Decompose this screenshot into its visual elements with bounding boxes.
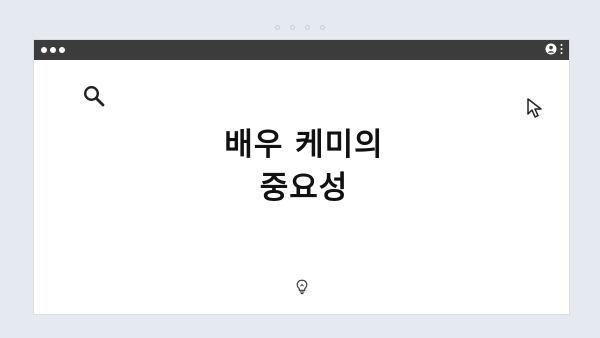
cursor-icon xyxy=(527,98,542,118)
window-maximize-button[interactable] xyxy=(59,47,65,53)
browser-window: 배우 케미의 중요성 xyxy=(33,39,570,315)
window-controls xyxy=(41,47,65,53)
headline: 배우 케미의 중요성 xyxy=(154,124,454,210)
pager-dot xyxy=(320,25,325,30)
more-vertical-icon[interactable] xyxy=(560,43,563,55)
pager-dot xyxy=(290,25,295,30)
user-icon[interactable] xyxy=(545,43,557,55)
window-titlebar xyxy=(34,40,569,60)
lightbulb-icon xyxy=(296,279,308,295)
headline-line-2: 중요성 xyxy=(259,170,349,206)
window-minimize-button[interactable] xyxy=(50,47,56,53)
window-close-button[interactable] xyxy=(41,47,47,53)
titlebar-actions xyxy=(545,43,563,55)
pager-dots xyxy=(0,25,600,30)
pager-dot xyxy=(305,25,310,30)
pager-dot xyxy=(275,25,280,30)
search-icon xyxy=(83,85,105,107)
headline-line-1: 배우 케미의 xyxy=(224,127,384,163)
